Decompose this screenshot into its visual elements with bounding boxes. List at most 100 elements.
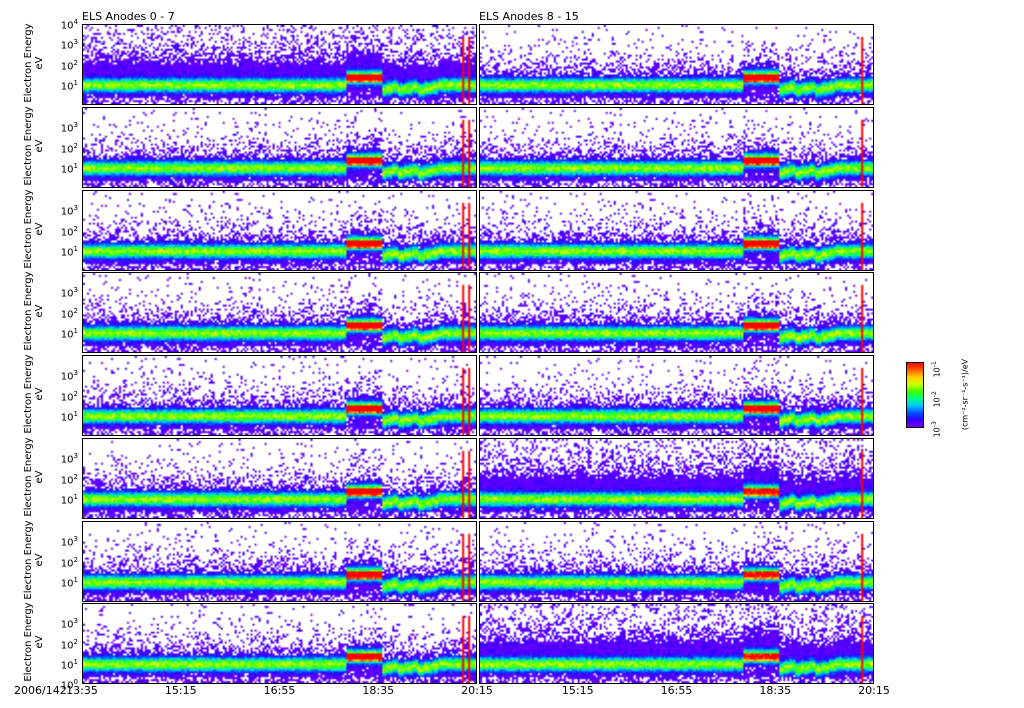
y-axis-title: Electron Energy [23, 602, 34, 682]
spectrogram-panel [479, 603, 874, 684]
spectrogram-canvas [480, 356, 873, 435]
x-tick-label: 16:55 [263, 684, 296, 697]
colorbar-tick-exponent: -2 [930, 391, 938, 398]
x-tick-label: 13:35 [66, 684, 98, 697]
spectrogram-panel [82, 24, 477, 105]
y-tick-label: 102 [60, 389, 78, 403]
spectrogram-panel [479, 107, 874, 188]
colorbar-tick-label: 10-1 [930, 361, 942, 378]
spectrogram-canvas [480, 273, 873, 352]
spectrogram-canvas [83, 108, 476, 187]
x-tick-label: 16:55 [660, 684, 693, 697]
y-tick-exponent: 3 [73, 121, 78, 130]
y-tick-label: 103 [60, 535, 78, 549]
y-axis-title: Electron Energy [23, 520, 34, 600]
y-tick-label: 101 [60, 492, 78, 507]
y-tick-exponent: 2 [73, 555, 78, 564]
spectrogram-panel [82, 603, 477, 684]
y-tick-label: 102 [60, 224, 78, 238]
spectrogram-canvas [83, 439, 476, 518]
spectrogram-panel [82, 521, 477, 602]
spectrogram-canvas [480, 25, 873, 104]
y-axis-label: Electron Energy eV [23, 354, 45, 434]
y-axis-unit: eV [34, 56, 45, 70]
colorbar-tick-label: 10-2 [930, 391, 942, 408]
y-tick-label: 103 [60, 286, 78, 300]
y-tick-label: 101 [60, 409, 78, 424]
y-axis-title: Electron Energy [23, 437, 34, 517]
y-axis-title: Electron Energy [23, 189, 34, 269]
y-axis-unit: eV [34, 635, 45, 649]
y-tick-label: 101 [60, 575, 78, 590]
x-tick-label: 20:15 [461, 684, 493, 697]
spectrogram-panel [479, 355, 874, 436]
spectrogram-canvas [83, 273, 476, 352]
spectrogram-panel [479, 190, 874, 271]
spectrogram-panel [479, 24, 874, 105]
y-tick-label: 103 [60, 452, 78, 466]
spectrogram-panel [82, 355, 477, 436]
y-tick-label: 101 [60, 161, 78, 176]
y-axis-label: Electron Energy eV [23, 189, 45, 269]
y-tick-label: 102 [60, 555, 78, 569]
y-axis-label: Electron Energy eV [23, 520, 45, 600]
y-tick-exponent: 1 [73, 78, 78, 87]
left-column-title: ELS Anodes 0 - 7 [82, 10, 175, 23]
y-tick-label: 104 [60, 18, 78, 32]
y-axis-label: Electron Energy eV [23, 106, 45, 186]
y-tick-label: 103 [60, 204, 78, 218]
y-tick-label: 102 [60, 472, 78, 486]
y-tick-exponent: 2 [73, 224, 78, 233]
y-tick-label: 103 [60, 38, 78, 52]
y-axis-unit: eV [34, 222, 45, 236]
colorbar-tick-exponent: -1 [930, 361, 938, 368]
y-tick-label: 102 [60, 141, 78, 155]
y-tick-exponent: 3 [73, 452, 78, 461]
y-tick-exponent: 1 [73, 244, 78, 253]
y-axis-unit: eV [34, 139, 45, 153]
y-tick-exponent: 3 [73, 38, 78, 47]
colorbar-tick-label: 10-3 [930, 421, 942, 438]
y-tick-label: 101 [60, 657, 78, 672]
spectrogram-panel [82, 190, 477, 271]
y-tick-exponent: 2 [73, 389, 78, 398]
y-tick-exponent: 1 [73, 657, 78, 666]
spectrogram-canvas [480, 108, 873, 187]
y-tick-exponent: 2 [73, 306, 78, 315]
y-tick-exponent: 3 [73, 617, 78, 626]
spectrogram-canvas [83, 604, 476, 683]
y-axis-title: Electron Energy [23, 106, 34, 186]
y-axis-label: Electron Energy eV [23, 602, 45, 682]
y-tick-label: 103 [60, 617, 78, 631]
colorbar-label: (cm⁻²-sr⁻¹-s⁻¹)/eV [960, 358, 970, 431]
y-tick-label: 102 [60, 58, 78, 72]
spectrogram-canvas [480, 604, 873, 683]
spectrogram-canvas [480, 439, 873, 518]
y-axis-label: Electron Energy eV [23, 23, 45, 103]
y-tick-exponent: 1 [73, 575, 78, 584]
spectrogram-panel [82, 107, 477, 188]
spectrogram-panel [479, 272, 874, 353]
y-axis-label: Electron Energy eV [23, 271, 45, 351]
spectrogram-panel [479, 438, 874, 519]
y-tick-exponent: 1 [73, 409, 78, 418]
y-tick-exponent: 1 [73, 161, 78, 170]
spectrogram-canvas [480, 522, 873, 601]
x-tick-label: 15:15 [561, 684, 594, 697]
spectrogram-panel [82, 438, 477, 519]
y-tick-exponent: 3 [73, 286, 78, 295]
y-tick-exponent: 2 [73, 472, 78, 481]
y-tick-label: 103 [60, 121, 78, 135]
spectrogram-panel [82, 272, 477, 353]
y-tick-exponent: 3 [73, 204, 78, 213]
y-tick-label: 102 [60, 306, 78, 320]
x-tick-label: 20:15 [858, 684, 890, 697]
spectrogram-canvas [83, 356, 476, 435]
spectrogram-canvas [83, 25, 476, 104]
x-tick-label: 18:35 [759, 684, 792, 697]
x-tick-label: 15:15 [164, 684, 197, 697]
y-tick-exponent: 1 [73, 492, 78, 501]
y-tick-label: 103 [60, 369, 78, 383]
spectrogram-canvas [83, 191, 476, 270]
x-tick-label: 18:35 [362, 684, 395, 697]
